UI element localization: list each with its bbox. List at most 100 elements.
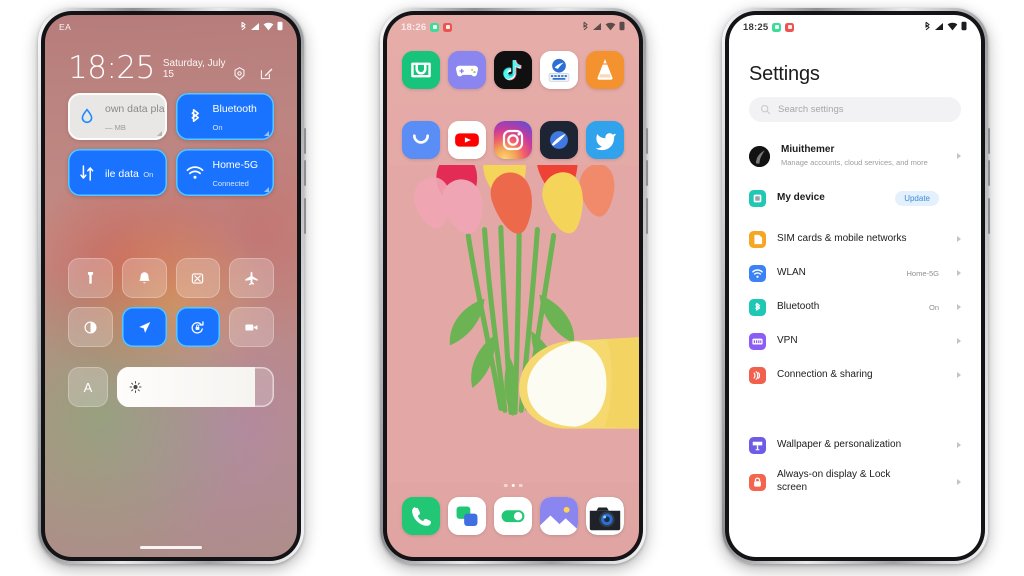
dark-mode-icon	[84, 320, 97, 334]
volume-up-button[interactable]	[646, 128, 648, 154]
tile-expand-corner[interactable]	[264, 187, 269, 192]
row-label: Wallpaper & personalization	[777, 438, 902, 450]
toggle-screen-recorder[interactable]	[229, 307, 274, 347]
notification-badge-red	[443, 22, 453, 32]
row-label: Bluetooth	[777, 300, 820, 312]
settings-row-sim-cards[interactable]: SIM cards & mobile networks	[729, 222, 981, 256]
settings-row-bluetooth[interactable]: Bluetooth On	[729, 290, 981, 324]
youtube-icon[interactable]	[448, 121, 486, 159]
data-usage-drop-icon	[77, 107, 97, 127]
toggle-auto-rotate-lock[interactable]	[175, 307, 221, 347]
chevron-right-icon	[957, 304, 961, 310]
status-time: 18:26	[401, 21, 427, 33]
settings-row-my-device[interactable]: My device Update	[729, 180, 981, 216]
vpn-icon	[749, 332, 766, 350]
settings-gear-icon[interactable]	[232, 66, 247, 81]
toggle-dark-mode[interactable]	[68, 307, 113, 347]
chevron-right-icon	[957, 270, 961, 276]
toggle-location[interactable]	[121, 307, 167, 347]
volume-down-button[interactable]	[304, 160, 306, 186]
personalization-group: Wallpaper & personalization Always-on di…	[729, 427, 981, 501]
phone-icon[interactable]	[402, 497, 440, 535]
toggle-ringer[interactable]	[121, 258, 167, 298]
row-label: Always-on display & Lock screen	[777, 469, 891, 493]
brightness-slider[interactable]	[117, 367, 274, 407]
clock-time: 18:25	[68, 50, 155, 86]
tile-subtitle: On	[212, 122, 223, 132]
gallery-icon[interactable]	[540, 497, 578, 535]
wifi-icon	[185, 163, 205, 183]
signal-icon	[250, 22, 260, 33]
page-dot	[503, 483, 508, 487]
flashlight-icon	[87, 271, 93, 284]
signal-icon	[592, 22, 602, 33]
home-screen: 18:26	[387, 15, 639, 557]
app-row-2	[398, 121, 628, 159]
tile-data-usage[interactable]: own data pla — MB	[68, 93, 167, 140]
clock-header: 18:25 Saturday, July 15	[68, 53, 274, 84]
tile-subtitle: Connected	[212, 178, 249, 188]
tile-expand-corner[interactable]	[156, 131, 162, 136]
settings-row-wlan[interactable]: WLAN Home-5G	[729, 256, 981, 290]
instagram-icon[interactable]	[494, 121, 532, 159]
twitter-icon[interactable]	[586, 121, 624, 159]
device-icon	[749, 189, 766, 207]
chevron-right-icon	[957, 372, 961, 378]
update-badge[interactable]: Update	[895, 190, 939, 206]
messages-icon[interactable]	[448, 497, 486, 535]
search-input[interactable]: Search settings	[749, 97, 961, 122]
signal-icon	[934, 22, 944, 33]
power-button[interactable]	[646, 198, 648, 234]
status-bar: 18:26	[387, 15, 639, 39]
account-group: Miuithemer Manage accounts, cloud servic…	[729, 136, 981, 216]
camera-icon[interactable]	[586, 497, 624, 535]
swiftkey-keyboard-icon[interactable]	[540, 51, 578, 89]
tile-title: Home-5G	[212, 158, 259, 171]
tile-expand-corner[interactable]	[264, 131, 269, 136]
lock-screen-icon	[749, 473, 766, 491]
control-center-screen: EA 18:25 Saturday, July 15 own data pla …	[45, 15, 297, 557]
tile-wifi[interactable]: Home-5G Connected	[175, 149, 274, 196]
volume-down-button[interactable]	[646, 160, 648, 186]
tile-bluetooth[interactable]: Bluetooth On	[175, 93, 274, 140]
video-camera-icon	[245, 323, 258, 331]
status-bar: EA	[45, 15, 297, 39]
tile-title: Bluetooth	[212, 102, 257, 115]
clock-date: Saturday, July 15	[162, 58, 226, 80]
auto-brightness-button[interactable]: A	[68, 367, 108, 407]
home-indicator[interactable]	[140, 546, 202, 549]
toggle-screenshot[interactable]	[175, 258, 221, 298]
settings-row-vpn[interactable]: VPN	[729, 324, 981, 358]
app-row-1	[398, 51, 628, 89]
bluetooth-icon	[582, 21, 589, 33]
power-button[interactable]	[304, 198, 306, 234]
settings-row-account[interactable]: Miuithemer Manage accounts, cloud servic…	[729, 136, 981, 176]
chevron-right-icon	[957, 479, 961, 485]
device-label: My device	[777, 191, 825, 203]
tiktok-icon[interactable]	[494, 51, 532, 89]
volume-up-button[interactable]	[988, 128, 990, 154]
settings-toggle-icon[interactable]	[494, 497, 532, 535]
game-center-icon[interactable]	[448, 51, 486, 89]
settings-row-wallpaper[interactable]: Wallpaper & personalization	[729, 427, 981, 463]
mi-home-icon[interactable]	[402, 51, 440, 89]
samsung-internet-icon[interactable]	[540, 121, 578, 159]
vlc-media-player-icon[interactable]	[586, 51, 624, 89]
tile-subtitle: — MB	[105, 122, 126, 132]
edit-icon[interactable]	[259, 66, 274, 81]
settings-row-connection-sharing[interactable]: Connection & sharing	[729, 358, 981, 392]
volume-up-button[interactable]	[304, 128, 306, 154]
location-arrow-icon	[138, 321, 150, 333]
mobile-data-icon	[77, 163, 97, 183]
volume-down-button[interactable]	[988, 160, 990, 186]
tile-mobile-data[interactable]: ile data On	[68, 149, 167, 196]
app-store-icon[interactable]	[402, 121, 440, 159]
search-placeholder: Search settings	[778, 104, 844, 115]
power-button[interactable]	[988, 198, 990, 234]
settings-row-lock-screen[interactable]: Always-on display & Lock screen	[729, 463, 981, 501]
tile-title: own data pla	[105, 102, 165, 115]
screenshot-icon	[192, 272, 204, 284]
toggle-airplane-mode[interactable]	[229, 258, 274, 298]
toggle-flashlight[interactable]	[68, 258, 113, 298]
bluetooth-icon	[185, 107, 205, 127]
